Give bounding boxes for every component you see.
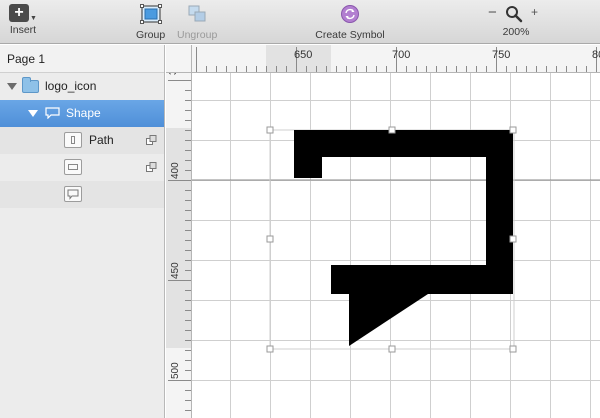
zoom-in-button[interactable]: + — [531, 5, 538, 19]
disclosure-triangle-icon[interactable] — [7, 83, 17, 90]
canvas-drawing — [192, 73, 600, 418]
refresh-icon — [341, 5, 359, 23]
ruler-label-450: 450 — [170, 262, 181, 279]
logo-shape[interactable] — [294, 130, 513, 346]
layer-row-logo-icon[interactable]: logo_icon — [0, 73, 164, 100]
layer-row-shape[interactable]: Shape — [0, 100, 164, 127]
design-canvas[interactable] — [192, 73, 600, 418]
horizontal-ruler-ticks — [196, 45, 597, 72]
ruler-label-400: 400 — [170, 162, 181, 179]
ruler-label-3: 3 — [168, 73, 179, 75]
ruler-label-650: 650 — [294, 49, 313, 61]
layer-row-rectangle[interactable] — [0, 154, 164, 181]
layers-sidebar: Page 1 logo_icon Shape Path — [0, 45, 165, 418]
magnifier-icon — [506, 6, 523, 23]
ungroup-button[interactable]: Ungroup — [177, 4, 217, 41]
toolbar: + ▼ Insert Group Ungroup Create Symbol −… — [0, 0, 600, 44]
caret-down-icon: ▼ — [30, 15, 37, 22]
ruler-label-500: 500 — [170, 362, 181, 379]
ungroup-icon — [188, 5, 206, 22]
boolean-union-icon[interactable] — [146, 162, 157, 173]
bubble-thumbnail-icon — [64, 186, 82, 202]
ruler-label-750: 750 — [492, 49, 511, 61]
zoom-control: − + 200% — [486, 4, 546, 38]
layer-label: Shape — [66, 106, 101, 120]
zoom-out-button[interactable]: − — [488, 4, 497, 21]
rectangle-thumbnail-icon — [64, 159, 82, 175]
layer-row-path[interactable]: Path — [0, 127, 164, 154]
layer-label: Path — [89, 133, 114, 147]
zoom-level: 200% — [502, 26, 530, 38]
disclosure-triangle-icon[interactable] — [28, 110, 38, 117]
layer-label: logo_icon — [45, 79, 97, 93]
path-thumbnail-icon — [64, 132, 82, 148]
ruler-corner — [166, 45, 192, 73]
page-item[interactable]: Page 1 — [0, 45, 164, 73]
ruler-label-800: 800 — [592, 49, 600, 61]
ruler-label-700: 700 — [392, 49, 411, 61]
plus-icon: + — [9, 4, 29, 22]
boolean-union-icon[interactable] — [146, 135, 157, 146]
insert-label: Insert — [9, 24, 37, 36]
group-button[interactable]: Group — [136, 4, 165, 41]
insert-button[interactable]: + ▼ Insert — [9, 4, 37, 36]
folder-icon — [22, 77, 39, 93]
group-label: Group — [136, 29, 166, 41]
speech-bubble-icon — [45, 107, 60, 119]
group-icon — [139, 4, 162, 24]
create-symbol-button[interactable]: Create Symbol — [315, 4, 385, 41]
ungroup-label: Ungroup — [177, 29, 218, 41]
horizontal-ruler[interactable]: 650 700 750 800 — [166, 45, 600, 73]
vertical-ruler[interactable]: 3 400 450 500 — [166, 73, 192, 418]
layer-row-bubble[interactable] — [0, 181, 164, 208]
create-symbol-label: Create Symbol — [315, 29, 385, 41]
